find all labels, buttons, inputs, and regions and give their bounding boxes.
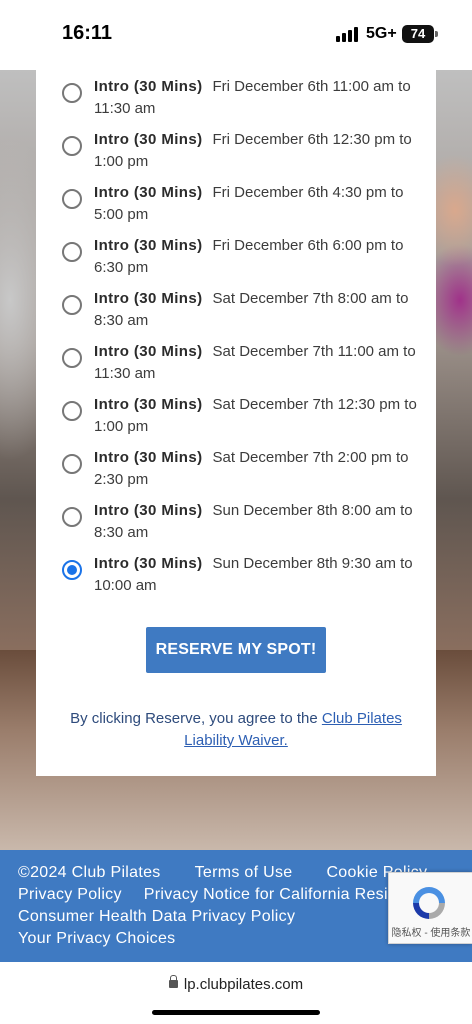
- radio-unselected-icon[interactable]: [62, 189, 82, 209]
- class-option[interactable]: Intro (30 Mins) Sat December 7th 12:30 pm…: [36, 394, 436, 447]
- class-option-text: Intro (30 Mins) Sat December 7th 8:00 am …: [94, 288, 424, 332]
- privacy-notice-california-link[interactable]: Privacy Notice for California Residents: [144, 886, 429, 903]
- waiver-agreement-text: By clicking Reserve, you agree to the: [70, 710, 322, 727]
- cellular-signal-icon: [336, 27, 358, 42]
- reservation-card: Intro (30 Mins) Fri December 6th 11:00 am…: [36, 70, 436, 776]
- radio-unselected-icon[interactable]: [62, 242, 82, 262]
- privacy-choices-link[interactable]: Your Privacy Choices: [18, 930, 175, 947]
- class-option[interactable]: Intro (30 Mins) Fri December 6th 12:30 pm…: [36, 129, 436, 182]
- class-option[interactable]: Intro (30 Mins) Sun December 8th 8:00 am …: [36, 500, 436, 553]
- class-option[interactable]: Intro (30 Mins) Fri December 6th 4:30 pm …: [36, 182, 436, 235]
- network-type: 5G+: [366, 25, 397, 42]
- radio-unselected-icon[interactable]: [62, 401, 82, 421]
- recaptcha-terms[interactable]: 隐私权 - 使用条款: [389, 924, 472, 939]
- class-option-name: Intro (30 Mins): [94, 237, 203, 254]
- recaptcha-icon: [413, 887, 445, 919]
- class-option-name: Intro (30 Mins): [94, 449, 203, 466]
- footer-row-4: Your Privacy Choices: [18, 928, 209, 950]
- class-option-text: Intro (30 Mins) Sat December 7th 12:30 pm…: [94, 394, 424, 438]
- lock-icon: [168, 975, 178, 988]
- class-option-text: Intro (30 Mins) Fri December 6th 4:30 pm …: [94, 182, 424, 226]
- radio-unselected-icon[interactable]: [62, 83, 82, 103]
- radio-unselected-icon[interactable]: [62, 136, 82, 156]
- class-option[interactable]: Intro (30 Mins) Sat December 7th 8:00 am …: [36, 288, 436, 341]
- url-display[interactable]: lp.clubpilates.com: [0, 975, 472, 993]
- footer-row-3: Consumer Health Data Privacy Policy: [18, 906, 329, 928]
- class-option-text: Intro (30 Mins) Sun December 8th 8:00 am …: [94, 500, 424, 544]
- copyright-text: ©2024 Club Pilates: [18, 864, 161, 881]
- class-option-name: Intro (30 Mins): [94, 343, 203, 360]
- home-indicator[interactable]: [152, 1010, 320, 1015]
- class-option-name: Intro (30 Mins): [94, 184, 203, 201]
- radio-selected-icon[interactable]: [62, 560, 82, 580]
- class-option-name: Intro (30 Mins): [94, 290, 203, 307]
- class-option-name: Intro (30 Mins): [94, 555, 203, 572]
- class-option[interactable]: Intro (30 Mins) Sat December 7th 2:00 pm …: [36, 447, 436, 500]
- radio-unselected-icon[interactable]: [62, 507, 82, 527]
- status-bar: 16:11 5G+ 74: [0, 0, 472, 70]
- url-text: lp.clubpilates.com: [183, 976, 304, 993]
- class-option[interactable]: Intro (30 Mins) Sat December 7th 11:00 am…: [36, 341, 436, 394]
- class-option-text: Intro (30 Mins) Sat December 7th 11:00 am…: [94, 341, 424, 385]
- class-option-name: Intro (30 Mins): [94, 78, 203, 95]
- class-option-name: Intro (30 Mins): [94, 396, 203, 413]
- radio-unselected-icon[interactable]: [62, 454, 82, 474]
- privacy-policy-link[interactable]: Privacy Policy: [18, 886, 122, 903]
- class-option-text: Intro (30 Mins) Sat December 7th 2:00 pm …: [94, 447, 424, 491]
- class-option[interactable]: Intro (30 Mins) Sun December 8th 9:30 am …: [36, 553, 436, 606]
- reserve-button[interactable]: RESERVE MY SPOT!: [146, 627, 326, 673]
- class-option[interactable]: Intro (30 Mins) Fri December 6th 11:00 am…: [36, 76, 436, 129]
- class-option-text: Intro (30 Mins) Fri December 6th 6:00 pm …: [94, 235, 424, 279]
- status-time: 16:11: [62, 22, 113, 44]
- waiver-agreement: By clicking Reserve, you agree to the Cl…: [56, 708, 416, 752]
- radio-unselected-icon[interactable]: [62, 295, 82, 315]
- battery-cap: [435, 31, 438, 37]
- consumer-health-link[interactable]: Consumer Health Data Privacy Policy: [18, 908, 295, 925]
- class-option-name: Intro (30 Mins): [94, 131, 203, 148]
- class-option-text: Intro (30 Mins) Sun December 8th 9:30 am …: [94, 553, 424, 597]
- terms-of-use-link[interactable]: Terms of Use: [195, 864, 293, 881]
- recaptcha-badge[interactable]: 隐私权 - 使用条款: [388, 872, 472, 944]
- class-option-text: Intro (30 Mins) Fri December 6th 12:30 pm…: [94, 129, 424, 173]
- class-option[interactable]: Intro (30 Mins) Fri December 6th 6:00 pm …: [36, 235, 436, 288]
- battery-icon: 74: [402, 25, 434, 43]
- class-option-text: Intro (30 Mins) Fri December 6th 11:00 am…: [94, 76, 424, 120]
- radio-unselected-icon[interactable]: [62, 348, 82, 368]
- class-option-name: Intro (30 Mins): [94, 502, 203, 519]
